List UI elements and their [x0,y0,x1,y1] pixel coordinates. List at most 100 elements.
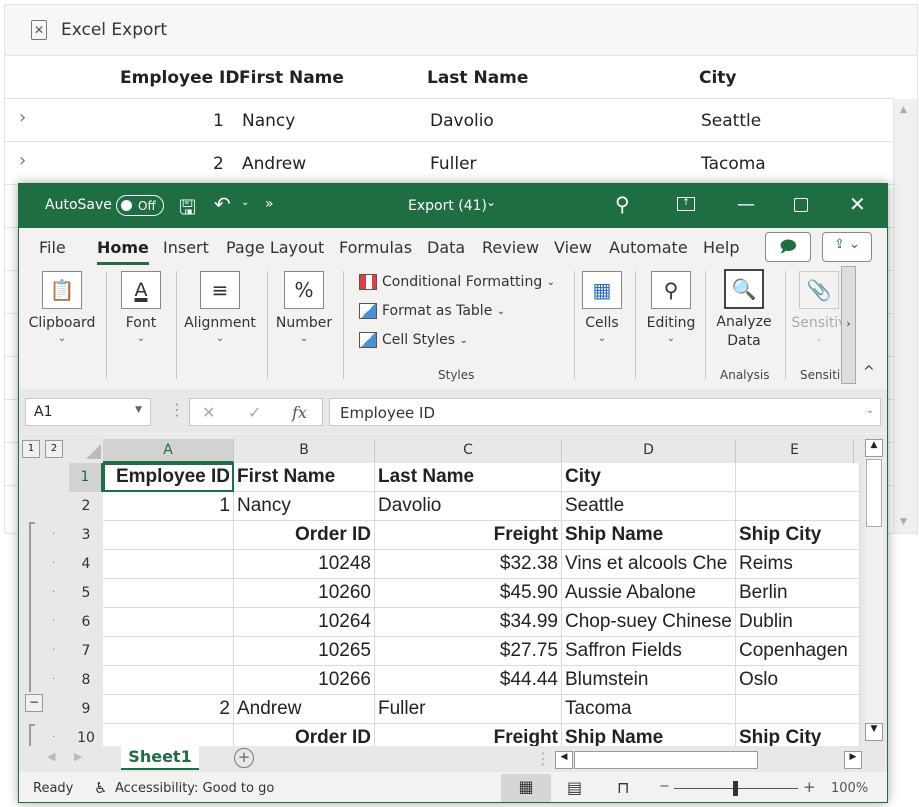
tab-review[interactable]: Review [482,238,539,257]
cell-d8[interactable]: Blumstein [562,666,736,695]
title-dropdown-icon[interactable]: ⌄ [486,195,496,209]
column-header-c[interactable]: C [375,439,562,463]
cell-a4[interactable] [103,550,234,579]
cell-b2[interactable]: Nancy [234,492,375,521]
zoom-in-button[interactable]: + [803,778,816,796]
tab-automate[interactable]: Automate [609,238,688,257]
cell-b7[interactable]: 10265 [234,637,375,666]
header-last-name[interactable]: Last Name [427,68,528,88]
cell-d1[interactable]: City [562,463,736,492]
editing-group[interactable]: ⚲ Editing ⌄ [643,264,699,344]
cell-d10[interactable]: Ship Name [562,724,736,746]
cell-e10[interactable]: Ship City [736,724,860,746]
column-header-a[interactable]: A [103,439,234,463]
row-header-4[interactable]: 4 [69,550,103,579]
row-header-2[interactable]: 2 [69,492,103,521]
ribbon-scroll-right-button[interactable]: › [841,266,856,384]
header-city[interactable]: City [699,68,737,88]
add-sheet-icon[interactable]: + [234,748,254,768]
scroll-up-icon[interactable]: ▲ [900,105,907,115]
cell-c2[interactable]: Davolio [375,492,562,521]
select-all-button[interactable] [86,444,101,459]
row-header-7[interactable]: 7 [69,637,103,666]
cell-e8[interactable]: Oslo [736,666,860,695]
formula-input[interactable]: Employee ID ⌄ [329,398,881,426]
column-header-e[interactable]: E [736,439,854,463]
vertical-scroll-thumb[interactable] [866,459,882,527]
scroll-down-button[interactable]: ▼ [865,723,883,741]
row-header-9[interactable]: 9 [69,695,103,724]
tab-formulas[interactable]: Formulas [339,238,412,257]
prev-sheet-icon[interactable]: ◀ [47,750,55,763]
column-header-d[interactable]: D [562,439,736,463]
page-break-view-icon[interactable]: ⊓ [617,778,629,797]
cell-b3[interactable]: Order ID [234,521,375,550]
cell-b6[interactable]: 10264 [234,608,375,637]
cell-e9[interactable] [736,695,860,724]
format-as-table-button[interactable]: Format as Table ⌄ [359,303,505,319]
header-employee-id[interactable]: Employee ID [120,68,240,88]
cell-d4[interactable]: Vins et alcools Che [562,550,736,579]
next-sheet-icon[interactable]: ▶ [74,750,82,763]
cell-b4[interactable]: 10248 [234,550,375,579]
save-icon[interactable]: 🖫 [179,193,196,227]
zoom-out-button[interactable]: − [659,779,670,794]
cell-a5[interactable] [103,579,234,608]
cell-a2[interactable]: 1 [103,492,234,521]
cell-b1[interactable]: First Name [234,463,375,492]
expand-chevron-icon[interactable]: › [19,150,26,171]
cell-a7[interactable] [103,637,234,666]
cell-c4[interactable]: $32.38 [375,550,562,579]
vertical-scrollbar[interactable]: ▲ ▼ [865,439,883,741]
close-icon[interactable]: ✕ [849,192,866,216]
name-box[interactable]: A1 ▼ [25,398,151,426]
cell-c5[interactable]: $45.90 [375,579,562,608]
cell-a9[interactable]: 2 [103,695,234,724]
more-commands-icon[interactable]: » [265,196,274,212]
column-header-b[interactable]: B [234,439,375,463]
cell-c1[interactable]: Last Name [375,463,562,492]
sheet-tab-sheet1[interactable]: Sheet1 [121,746,199,770]
number-group[interactable]: % Number ⌄ [273,264,335,344]
cell-c3[interactable]: Freight [375,521,562,550]
cancel-icon[interactable]: ✕ [202,403,215,422]
zoom-slider-thumb[interactable] [733,781,738,796]
cell-b10[interactable]: Order ID [234,724,375,746]
row-header-8[interactable]: 8 [69,666,103,695]
cells-group[interactable]: ▦ Cells ⌄ [579,264,625,344]
enter-check-icon[interactable]: ✓ [248,403,261,422]
minimize-icon[interactable]: — [737,194,755,215]
cell-styles-button[interactable]: Cell Styles ⌄ [359,332,468,348]
scroll-left-button[interactable]: ◀ [555,751,573,769]
cell-e1[interactable] [736,463,860,492]
cell-a10[interactable] [103,724,234,746]
cell-d5[interactable]: Aussie Abalone [562,579,736,608]
grid-row[interactable]: › 2 Andrew Fuller Tacoma [5,142,894,185]
analyze-data-button[interactable]: 🔍 Analyze Data [713,264,775,351]
cell-c6[interactable]: $34.99 [375,608,562,637]
horizontal-scroll-thumb[interactable] [574,751,758,769]
drag-handle-icon[interactable]: ⋮ [169,400,185,419]
autosave-toggle[interactable]: Off [116,195,164,216]
scroll-down-icon[interactable]: ▼ [900,517,907,527]
cell-a3[interactable] [103,521,234,550]
cell-c9[interactable]: Fuller [375,695,562,724]
cell-e2[interactable] [736,492,860,521]
cell-d7[interactable]: Saffron Fields [562,637,736,666]
outline-level-1-button[interactable]: 1 [22,440,40,458]
grid-vertical-scrollbar[interactable]: ▲ ▼ [893,99,917,533]
cell-e5[interactable]: Berlin [736,579,860,608]
tab-insert[interactable]: Insert [163,238,209,257]
sensitivity-group[interactable]: 📎 Sensitiv ⌄ [791,264,847,344]
alignment-group[interactable]: ≡ Alignment ⌄ [182,264,258,344]
cell-a1[interactable]: Employee ID [103,463,234,492]
cell-e4[interactable]: Reims [736,550,860,579]
outline-level-2-button[interactable]: 2 [45,440,63,458]
page-layout-view-icon[interactable]: ▤ [567,778,582,797]
ribbon-display-icon[interactable]: ↑ [677,197,695,211]
search-icon[interactable]: ⚲ [615,192,630,216]
cell-b9[interactable]: Andrew [234,695,375,724]
tab-page-layout[interactable]: Page Layout [226,238,324,257]
cell-e7[interactable]: Copenhagen [736,637,860,666]
excel-export-button[interactable]: ✕ Excel Export [31,20,167,40]
